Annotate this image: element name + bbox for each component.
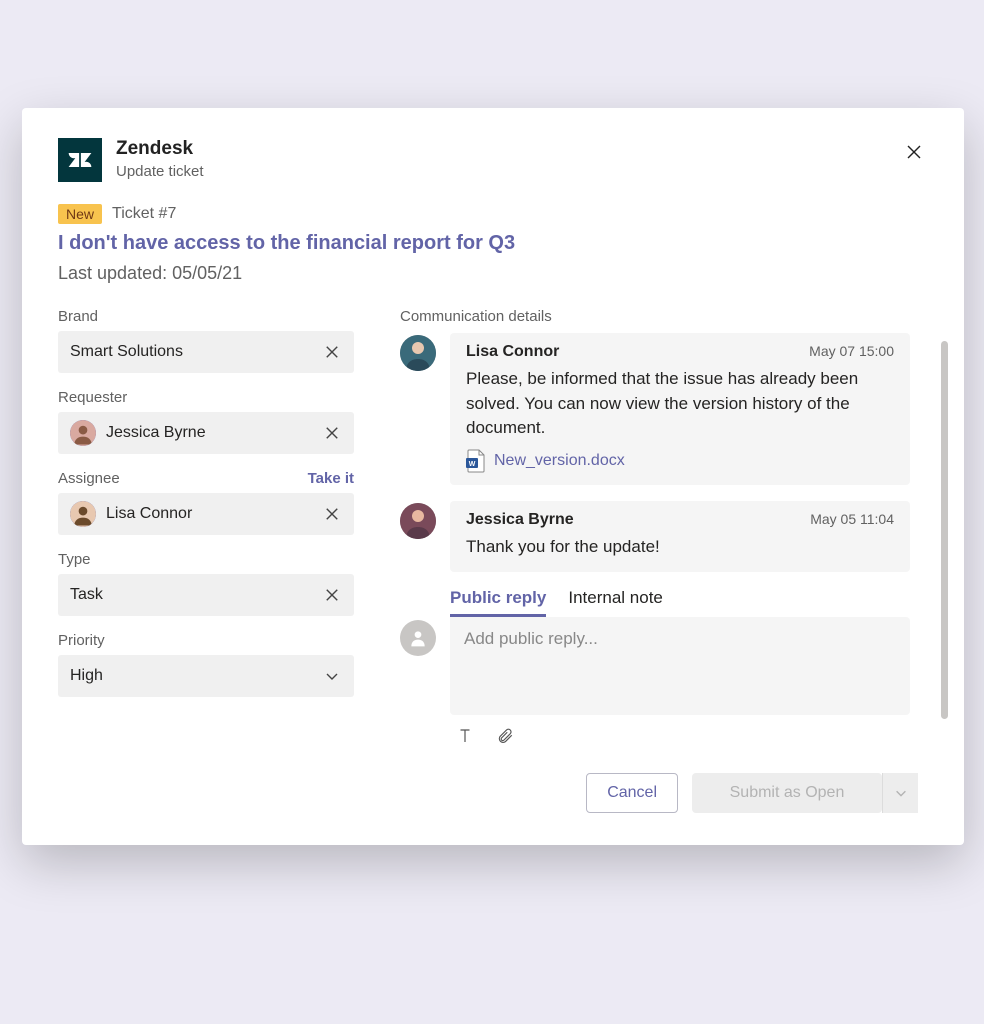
ticket-number: Ticket #7 — [112, 205, 176, 223]
update-ticket-modal: Zendesk Update ticket New Ticket #7 I do… — [22, 108, 964, 845]
assignee-value: Lisa Connor — [106, 505, 312, 523]
brand-field[interactable]: Smart Solutions — [58, 331, 354, 373]
message-item: Jessica Byrne May 05 11:04 Thank you for… — [400, 501, 910, 572]
message-item: Lisa Connor May 07 15:00 Please, be info… — [400, 333, 910, 485]
requester-value: Jessica Byrne — [106, 424, 312, 442]
type-field[interactable]: Task — [58, 574, 354, 616]
modal-subtitle: Update ticket — [116, 163, 204, 180]
current-user-avatar — [400, 620, 436, 656]
ticket-title[interactable]: I don't have access to the financial rep… — [58, 232, 928, 255]
chevron-down-icon — [322, 666, 342, 686]
message-body: Thank you for the update! — [466, 535, 894, 560]
assignee-label: Assignee — [58, 470, 120, 487]
type-value: Task — [70, 586, 312, 604]
submit-split-button[interactable]: Submit as Open — [692, 773, 918, 813]
scrollbar[interactable] — [941, 341, 948, 719]
message-card: Jessica Byrne May 05 11:04 Thank you for… — [450, 501, 910, 572]
brand-value: Smart Solutions — [70, 343, 312, 361]
message-thread: Lisa Connor May 07 15:00 Please, be info… — [400, 333, 928, 747]
communication-title: Communication details — [400, 308, 928, 325]
reply-input[interactable]: Add public reply... — [450, 617, 910, 715]
requester-label: Requester — [58, 389, 127, 406]
reply-tabs: Public reply Internal note — [450, 588, 910, 617]
cancel-button[interactable]: Cancel — [586, 773, 678, 813]
message-time: May 05 11:04 — [810, 511, 894, 527]
clear-brand-icon[interactable] — [322, 342, 342, 362]
message-card: Lisa Connor May 07 15:00 Please, be info… — [450, 333, 910, 485]
svg-text:W: W — [469, 461, 476, 468]
requester-field[interactable]: Jessica Byrne — [58, 412, 354, 454]
reply-area: Public reply Internal note Add public re… — [400, 588, 910, 747]
message-author: Jessica Byrne — [466, 511, 574, 529]
modal-header: Zendesk Update ticket — [58, 138, 928, 182]
avatar — [400, 503, 436, 539]
take-it-link[interactable]: Take it — [308, 470, 354, 487]
priority-value: High — [70, 667, 312, 685]
priority-select[interactable]: High — [58, 655, 354, 697]
assignee-field[interactable]: Lisa Connor — [58, 493, 354, 535]
submit-caret-button[interactable] — [882, 773, 918, 813]
message-author: Lisa Connor — [466, 343, 559, 361]
communication-column: Communication details Lisa Connor May 07… — [400, 308, 928, 813]
type-label: Type — [58, 551, 91, 568]
tab-public-reply[interactable]: Public reply — [450, 588, 546, 617]
attachment-icon[interactable] — [494, 725, 516, 747]
reply-toolbar — [450, 725, 910, 747]
zendesk-logo-icon — [58, 138, 102, 182]
status-badge: New — [58, 204, 102, 224]
modal-title: Zendesk — [116, 138, 204, 161]
ticket-meta: New Ticket #7 I don't have access to the… — [58, 204, 928, 284]
message-time: May 07 15:00 — [809, 343, 894, 359]
clear-assignee-icon[interactable] — [322, 504, 342, 524]
message-body: Please, be informed that the issue has a… — [466, 367, 894, 441]
clear-type-icon[interactable] — [322, 585, 342, 605]
attachment-link[interactable]: New_version.docx — [494, 452, 625, 470]
assignee-avatar — [70, 501, 96, 527]
tab-internal-note[interactable]: Internal note — [568, 588, 663, 617]
submit-button[interactable]: Submit as Open — [692, 773, 882, 813]
fields-column: Brand Smart Solutions Requester Jessica … — [58, 308, 354, 813]
avatar — [400, 335, 436, 371]
close-button[interactable] — [900, 138, 928, 166]
modal-footer: Cancel Submit as Open — [400, 773, 928, 813]
brand-label: Brand — [58, 308, 98, 325]
text-format-icon[interactable] — [454, 725, 476, 747]
last-updated: Last updated: 05/05/21 — [58, 263, 928, 284]
priority-label: Priority — [58, 632, 105, 649]
word-doc-icon: W — [466, 449, 486, 473]
requester-avatar — [70, 420, 96, 446]
clear-requester-icon[interactable] — [322, 423, 342, 443]
